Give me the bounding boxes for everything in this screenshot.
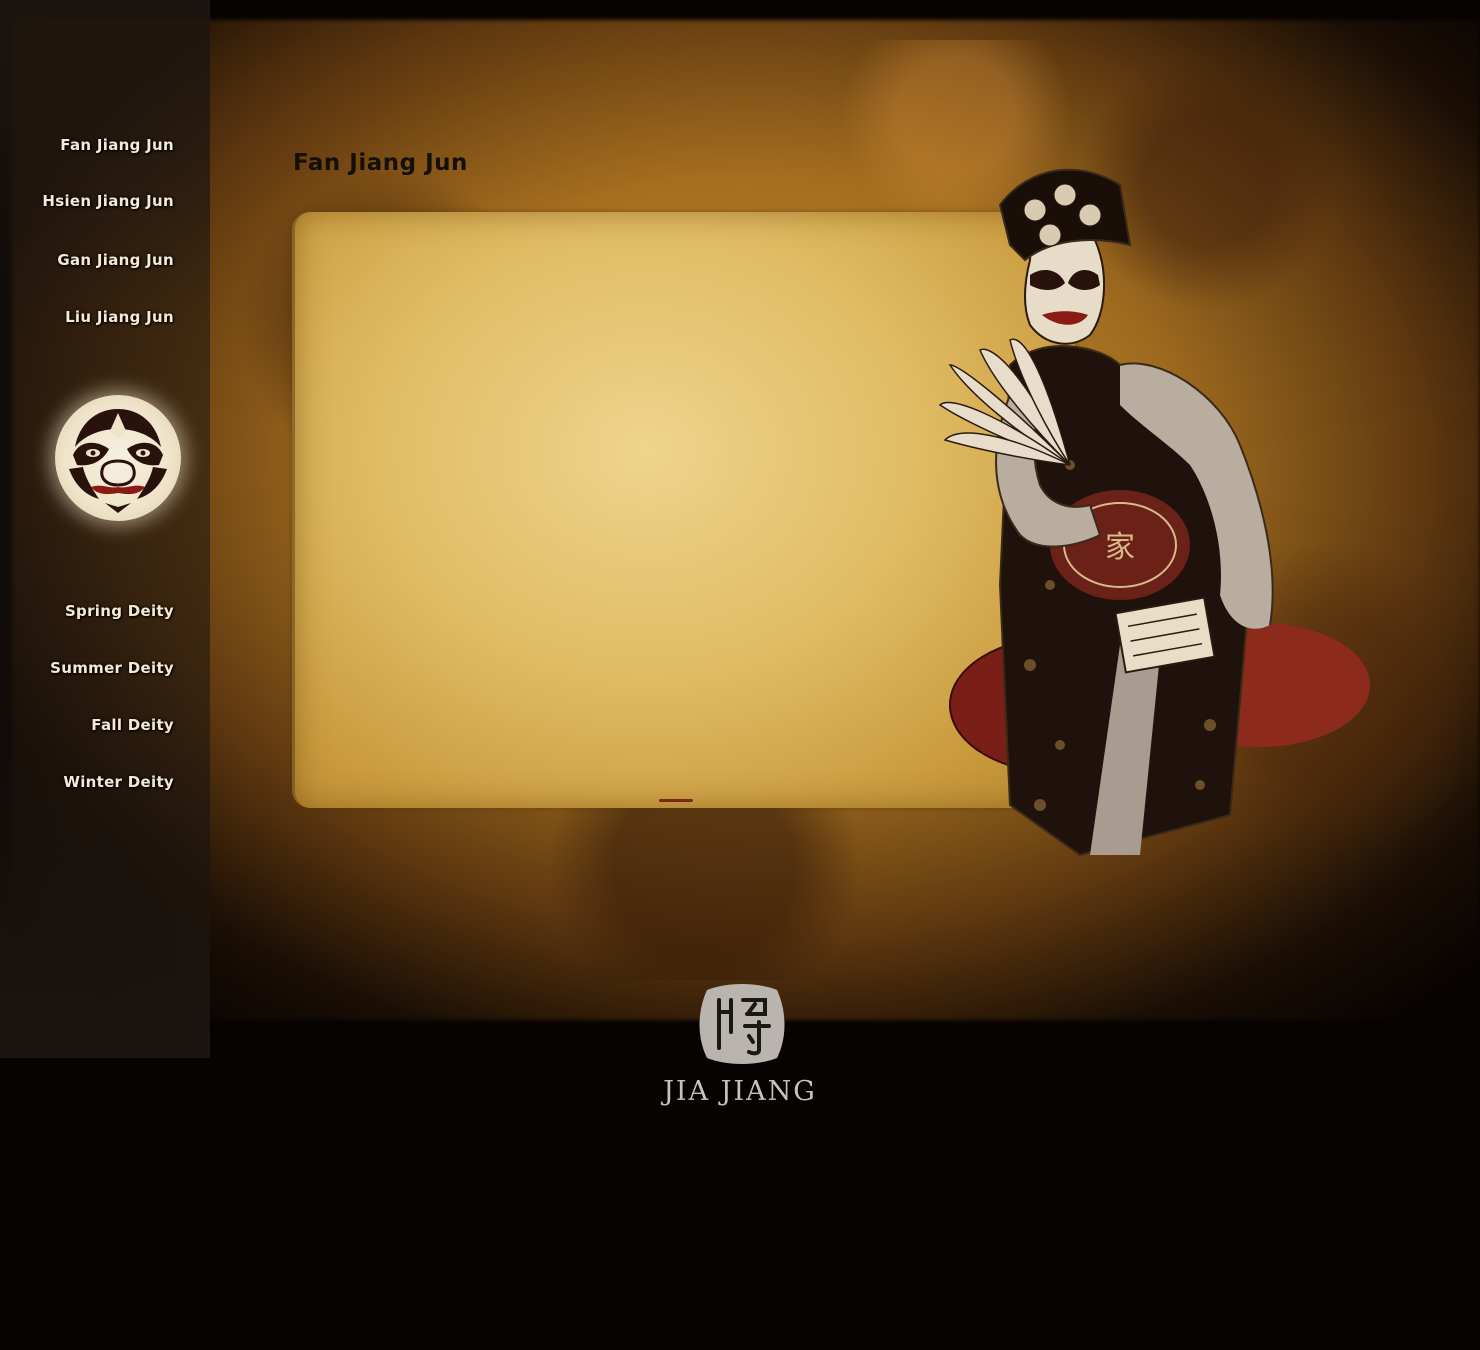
page-title: Fan Jiang Jun bbox=[293, 150, 468, 176]
nav-spring-deity[interactable]: Spring Deity bbox=[65, 602, 174, 620]
logo-wordmark: JIA JIANG bbox=[663, 1076, 817, 1107]
nav-liu-jiang-jun[interactable]: Liu Jiang Jun bbox=[65, 308, 174, 326]
nav-fall-deity[interactable]: Fall Deity bbox=[91, 716, 174, 734]
nav-winter-deity[interactable]: Winter Deity bbox=[63, 773, 174, 791]
nav-fan-jiang-jun[interactable]: Fan Jiang Jun bbox=[60, 136, 174, 154]
site-logo[interactable]: JIA JIANG bbox=[640, 980, 840, 1120]
jiang-seal-icon bbox=[697, 982, 785, 1066]
sidebar: Fan Jiang Jun Hsien Jiang Jun Gan Jiang … bbox=[0, 0, 210, 1058]
nav-hsien-jiang-jun[interactable]: Hsien Jiang Jun bbox=[42, 192, 174, 210]
opera-mask-icon bbox=[55, 395, 181, 521]
nav-gan-jiang-jun[interactable]: Gan Jiang Jun bbox=[57, 251, 174, 269]
nav-summer-deity[interactable]: Summer Deity bbox=[50, 659, 174, 677]
deity-illustration: 家 bbox=[930, 165, 1370, 865]
svg-text:家: 家 bbox=[1105, 530, 1135, 565]
sidebar-nav: Fan Jiang Jun Hsien Jiang Jun Gan Jiang … bbox=[0, 0, 210, 1058]
